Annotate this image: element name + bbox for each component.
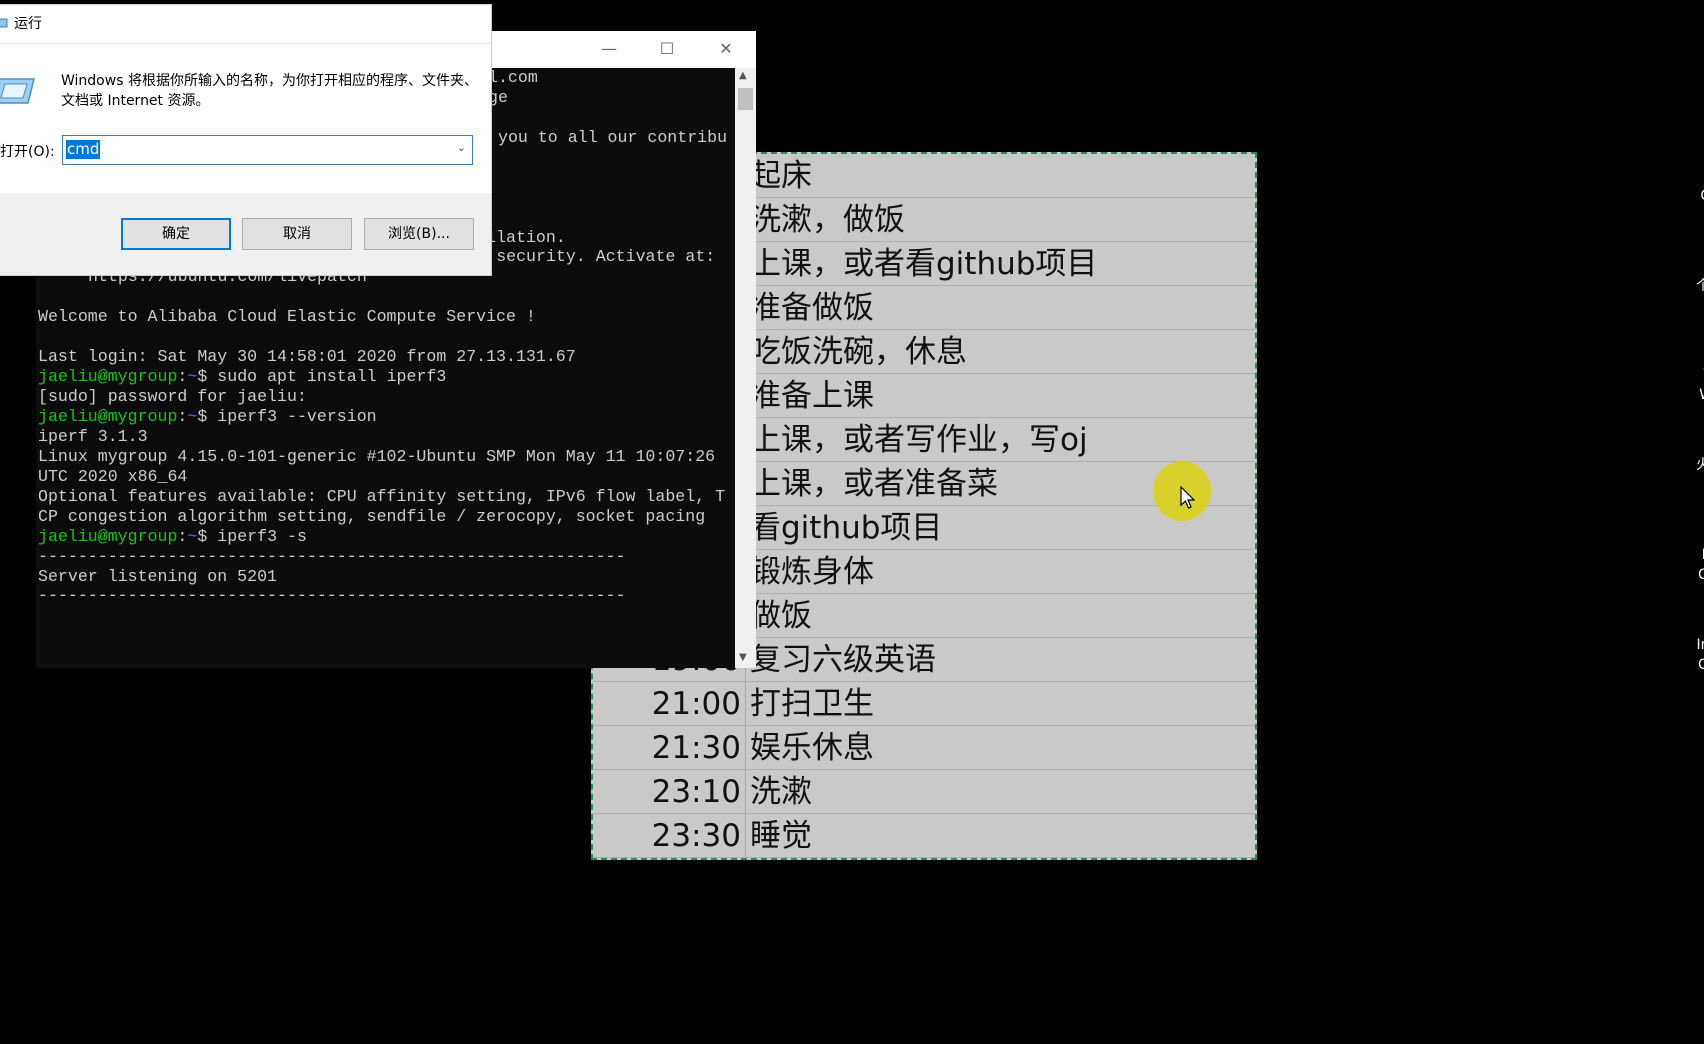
prompt-dir: ~ — [187, 367, 198, 387]
column-divider — [745, 814, 746, 857]
label-line: Cor — [1697, 567, 1704, 583]
ok-button[interactable]: 确定 — [121, 218, 231, 250]
terminal-line: [sudo] password for jaeliu: — [38, 387, 307, 407]
desktop-icon-label[interactable]: CA — [1665, 186, 1704, 206]
open-input-value[interactable]: cmd — [66, 140, 101, 159]
task-cell[interactable]: 准备做饭 — [750, 286, 874, 330]
task-cell[interactable]: 准备上课 — [750, 374, 874, 418]
desktop-icon-label[interactable]: AS — [1665, 726, 1704, 766]
schedule-row[interactable]: 23:10 洗漱 — [593, 770, 1255, 814]
label-line: 个人 — [1696, 278, 1704, 294]
cancel-button[interactable]: 取消 — [242, 218, 352, 250]
terminal-line: jaeliu@mygroup:~$ iperf3 --version — [38, 407, 377, 427]
terminal-line: Optional features available: CPU affinit… — [38, 486, 726, 506]
minimize-button[interactable]: — — [589, 37, 629, 61]
prompt-dir: ~ — [187, 526, 198, 546]
terminal-line: you to all our contribu — [498, 127, 728, 147]
task-cell[interactable]: 上课，或者写作业，写oj — [750, 418, 1088, 462]
label-line: Inte — [1696, 637, 1704, 653]
column-divider — [745, 770, 746, 813]
task-cell[interactable]: 起床 — [750, 154, 812, 198]
terminal-line: iperf 3.1.3 — [38, 426, 148, 446]
terminal-line: l.com — [488, 68, 538, 87]
divider — [0, 43, 491, 44]
terminal-line: Server listening on 5201 — [38, 566, 277, 586]
dialog-title: 运行 — [14, 16, 42, 32]
terminal-scrollbar[interactable]: ▲ ▼ — [735, 68, 756, 668]
time-cell[interactable]: 23:10 — [593, 770, 741, 814]
desktop-icon-label[interactable]: ViWo — [1665, 365, 1704, 405]
dialog-description: Windows 将根据你所输入的名称，为你打开相应的程序、文件夹、文档或 Int… — [61, 73, 478, 109]
column-divider — [745, 726, 746, 769]
label-line: 火绒 — [1696, 457, 1704, 473]
chevron-down-icon[interactable]: ⌄ — [457, 141, 466, 154]
prompt-separator: : — [177, 526, 188, 546]
prompt-user: jaeliu@mygroup — [38, 367, 178, 387]
terminal-line: CP congestion algorithm setting, sendfil… — [38, 506, 706, 526]
terminal-line: Last login: Sat May 30 14:58:01 2020 fro… — [38, 347, 576, 367]
scrollbar-thumb[interactable] — [738, 88, 753, 110]
terminal-line: jaeliu@mygroup:~$ iperf3 -s — [38, 527, 307, 547]
schedule-row[interactable]: 21:30 娱乐休息 — [593, 726, 1255, 770]
label-line: S — [1665, 746, 1704, 766]
column-divider — [745, 682, 746, 725]
label-line: Wo — [1665, 385, 1704, 405]
task-cell[interactable]: 锻炼身体 — [750, 550, 874, 594]
browse-button[interactable]: 浏览(B)... — [364, 218, 474, 250]
task-cell[interactable]: 复习六级英语 — [750, 638, 936, 682]
label-line: CA — [1665, 186, 1704, 206]
terminal-line: Welcome to Alibaba Cloud Elastic Compute… — [38, 307, 536, 327]
label-line: Py — [1665, 545, 1704, 565]
task-cell[interactable]: 打扫卫生 — [750, 682, 874, 726]
label-line: A — [1665, 726, 1704, 746]
command-text: sudo apt install iperf3 — [207, 367, 447, 387]
task-cell[interactable]: 看github项目 — [750, 506, 942, 550]
prompt-dir: ~ — [187, 406, 198, 426]
label-line: Vi — [1665, 365, 1704, 385]
terminal-line: ----------------------------------------… — [38, 546, 626, 566]
maximize-button[interactable]: ☐ — [647, 37, 687, 61]
open-label: 打开(O): — [0, 144, 55, 160]
task-cell[interactable]: 吃饭洗碗，休息 — [750, 330, 967, 374]
task-cell[interactable]: 洗漱，做饭 — [750, 198, 905, 242]
task-cell[interactable]: 睡觉 — [750, 814, 812, 858]
run-icon — [0, 78, 35, 104]
dialog-footer: 确定 取消 浏览(B)... — [0, 193, 491, 275]
prompt-dollar: $ — [197, 367, 208, 387]
desktop-icon-label[interactable]: Py Cor — [1665, 545, 1704, 585]
scroll-up-icon[interactable]: ▲ — [739, 70, 747, 81]
time-cell[interactable]: 21:30 — [593, 726, 741, 770]
desktop-icon-label[interactable]: Inte Cor — [1665, 635, 1704, 675]
prompt-separator: : — [177, 367, 188, 387]
task-cell[interactable]: 上课，或者准备菜 — [750, 462, 998, 506]
time-cell[interactable]: 21:00 — [593, 682, 741, 726]
prompt-user: jaeliu@mygroup — [38, 526, 178, 546]
terminal-line: UTC 2020 x86_64 — [38, 466, 188, 486]
schedule-row[interactable]: 23:30 睡觉 — [593, 814, 1255, 858]
terminal-line: jaeliu@mygroup:~$ sudo apt install iperf… — [38, 367, 446, 387]
task-cell[interactable]: 上课，或者看github项目 — [750, 242, 1097, 286]
close-button[interactable]: ✕ — [706, 37, 746, 61]
task-cell[interactable]: 做饭 — [750, 594, 812, 638]
run-icon — [0, 18, 8, 28]
scroll-down-icon[interactable]: ▼ — [739, 652, 747, 663]
task-cell[interactable]: 娱乐休息 — [750, 726, 874, 770]
terminal-line: ----------------------------------------… — [38, 586, 626, 606]
command-text: iperf3 --version — [207, 406, 377, 426]
command-text: iperf3 -s — [207, 526, 307, 546]
terminal-line: Linux mygroup 4.15.0-101-generic #102-Ub… — [38, 446, 716, 466]
desktop-icon-label[interactable]: 个人 — [1665, 276, 1704, 296]
open-input[interactable]: cmd ⌄ — [62, 135, 473, 165]
label-line: Cor — [1697, 657, 1704, 673]
prompt-separator: : — [177, 406, 188, 426]
prompt-dollar: $ — [197, 406, 208, 426]
task-cell[interactable]: 洗漱 — [750, 770, 812, 814]
prompt-user: jaeliu@mygroup — [38, 406, 178, 426]
time-cell[interactable]: 23:30 — [593, 814, 741, 858]
desktop-icon-label[interactable]: 火绒 — [1665, 455, 1704, 475]
mouse-cursor-icon — [1180, 486, 1196, 509]
schedule-row[interactable]: 21:00 打扫卫生 — [593, 682, 1255, 726]
run-dialog[interactable]: 运行 Windows 将根据你所输入的名称，为你打开相应的程序、文件夹、文档或 … — [0, 5, 491, 275]
prompt-dollar: $ — [197, 526, 208, 546]
